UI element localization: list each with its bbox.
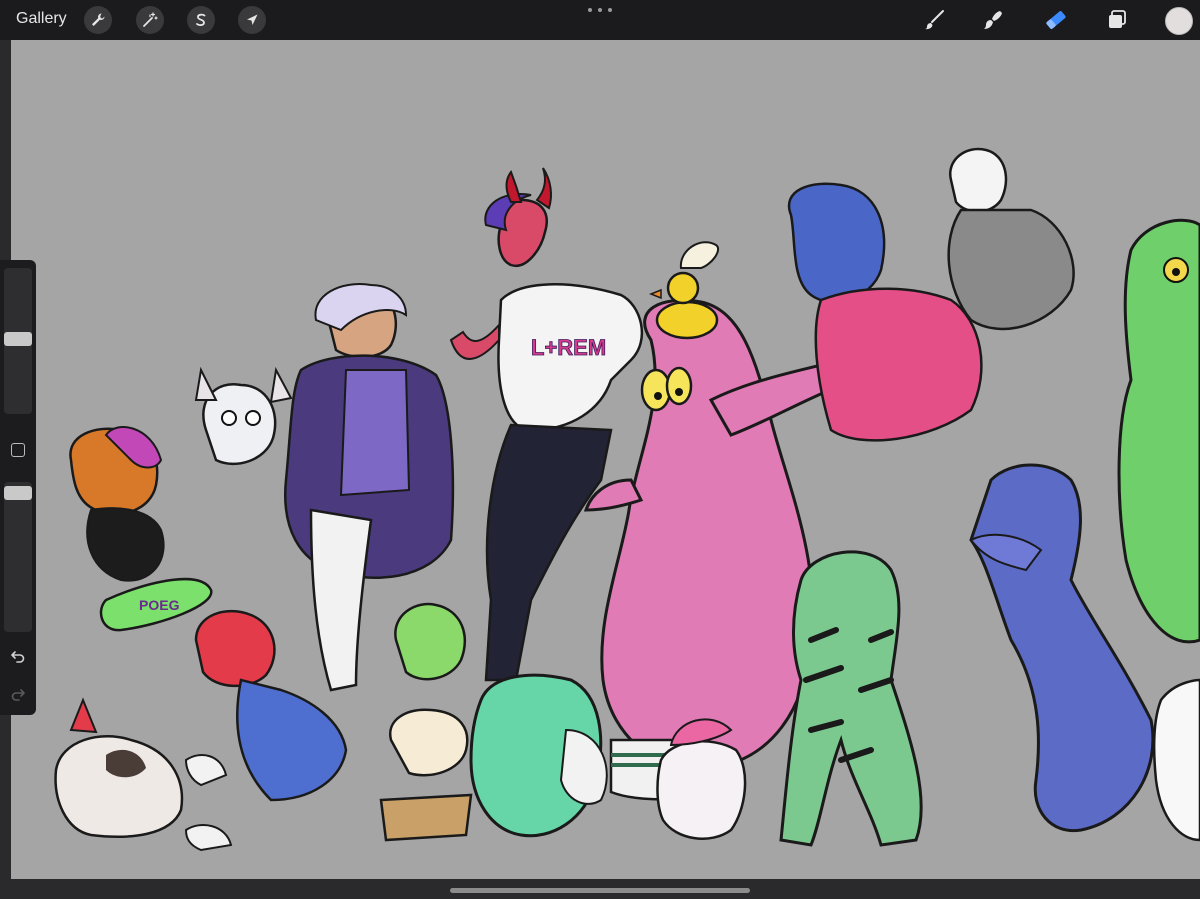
shirt-lettering: L+REM <box>531 335 606 360</box>
eraser-icon <box>1046 11 1066 29</box>
arrow-cursor-icon <box>247 14 258 25</box>
layers-icon <box>1109 10 1126 28</box>
undo-icon <box>11 651 25 663</box>
redo-icon <box>11 689 25 701</box>
opacity-slider[interactable] <box>4 482 32 632</box>
eraser-button[interactable] <box>1042 6 1070 34</box>
undo-button[interactable] <box>8 646 28 666</box>
character-lineup-artwork: L+REM POEG <box>54 147 1200 852</box>
home-indicator[interactable] <box>450 888 750 893</box>
brush-icon <box>925 10 944 30</box>
actions-button[interactable] <box>84 6 112 34</box>
transform-button[interactable] <box>238 6 266 34</box>
smudge-icon <box>984 11 1002 29</box>
magic-wand-icon <box>143 12 158 27</box>
modify-button[interactable] <box>11 443 25 457</box>
layers-button[interactable] <box>1103 6 1131 34</box>
color-picker-swatch[interactable] <box>1165 7 1193 35</box>
brush-button[interactable] <box>920 6 948 34</box>
opacity-thumb[interactable] <box>4 486 32 500</box>
redo-button[interactable] <box>8 684 28 704</box>
skateboard-lettering: POEG <box>139 597 180 613</box>
adjustments-button[interactable] <box>136 6 164 34</box>
top-toolbar: Gallery <box>0 0 1200 40</box>
smudge-button[interactable] <box>979 6 1007 34</box>
brush-size-thumb[interactable] <box>4 332 32 346</box>
more-options-icon[interactable] <box>588 5 612 15</box>
gallery-button[interactable]: Gallery <box>16 10 67 28</box>
selection-s-icon <box>196 13 206 27</box>
selection-button[interactable] <box>187 6 215 34</box>
drawing-canvas[interactable]: L+REM POEG <box>11 40 1200 879</box>
left-sidebar <box>0 260 36 715</box>
wrench-icon <box>92 13 105 26</box>
